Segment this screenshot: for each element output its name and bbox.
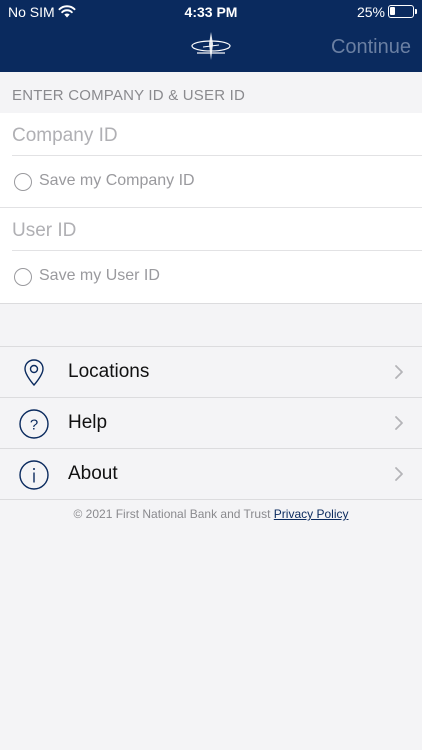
menu-item-label: Help: [68, 412, 108, 433]
continue-button[interactable]: Continue: [331, 36, 411, 59]
chevron-right-icon: [395, 365, 403, 379]
section-label: ENTER COMPANY ID & USER ID: [12, 87, 246, 104]
save-company-id-toggle[interactable]: Save my Company ID: [0, 156, 422, 208]
location-pin-icon: [24, 359, 44, 387]
menu-list: Locations ? Help About: [0, 346, 422, 500]
company-id-placeholder: Company ID: [12, 125, 118, 146]
radio-circle-icon: [14, 173, 32, 191]
company-id-field[interactable]: Company ID: [12, 113, 422, 156]
save-user-id-label: Save my User ID: [39, 267, 160, 284]
menu-item-help[interactable]: ? Help: [0, 398, 422, 449]
info-circle-icon: [19, 460, 49, 490]
chevron-right-icon: [395, 416, 403, 430]
radio-circle-icon: [14, 268, 32, 286]
battery-fill: [390, 7, 395, 15]
bank-logo-icon: [191, 32, 231, 60]
privacy-policy-link[interactable]: Privacy Policy: [274, 507, 349, 521]
menu-item-label: Locations: [68, 361, 150, 382]
save-user-id-toggle[interactable]: Save my User ID: [0, 251, 422, 303]
menu-item-label: About: [68, 463, 118, 484]
chevron-right-icon: [395, 467, 403, 481]
status-bar: No SIM 4:33 PM 25%: [0, 0, 422, 24]
save-company-id-label: Save my Company ID: [39, 172, 195, 189]
menu-item-about[interactable]: About: [0, 449, 422, 500]
user-id-placeholder: User ID: [12, 220, 77, 241]
app-header: No SIM 4:33 PM 25% Continue: [0, 0, 422, 72]
user-id-field[interactable]: User ID: [12, 208, 422, 251]
login-form: Company ID Save my Company ID User ID Sa…: [0, 113, 422, 304]
footer: © 2021 First National Bank and Trust Pri…: [0, 507, 422, 521]
battery-percent: 25%: [356, 4, 385, 20]
svg-text:?: ?: [30, 417, 38, 434]
question-circle-icon: ?: [19, 409, 49, 439]
menu-item-locations[interactable]: Locations: [0, 347, 422, 398]
battery-icon: [388, 5, 417, 18]
copyright-text: © 2021 First National Bank and Trust: [73, 507, 271, 521]
